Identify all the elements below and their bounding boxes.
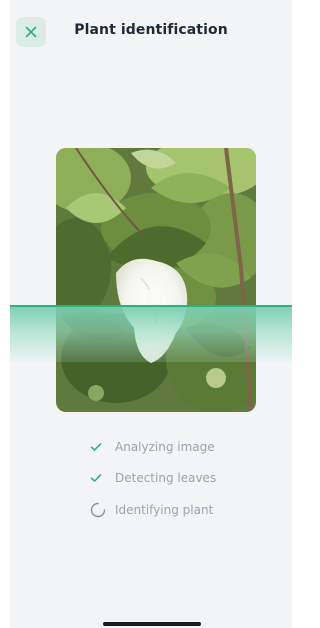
plant-photo: [56, 148, 256, 412]
spinner-icon: [90, 502, 110, 518]
check-icon: [90, 439, 110, 455]
home-indicator: [103, 622, 201, 626]
step-analyzing-image: Analyzing image: [90, 436, 260, 457]
progress-steps: Analyzing image Detecting leaves Identif…: [90, 436, 260, 531]
step-detecting-leaves: Detecting leaves: [90, 468, 260, 489]
identification-screen: Plant identification Analyzing image Det…: [10, 0, 292, 628]
page-title: Plant identification: [74, 22, 228, 38]
scan-overlay: [10, 306, 292, 362]
step-label: Analyzing image: [115, 439, 215, 454]
step-label: Detecting leaves: [115, 471, 217, 485]
check-icon: [90, 470, 110, 486]
scan-line: [10, 305, 292, 307]
step-label: Identifying plant: [115, 502, 214, 517]
step-identifying-plant: Identifying plant: [90, 499, 260, 520]
